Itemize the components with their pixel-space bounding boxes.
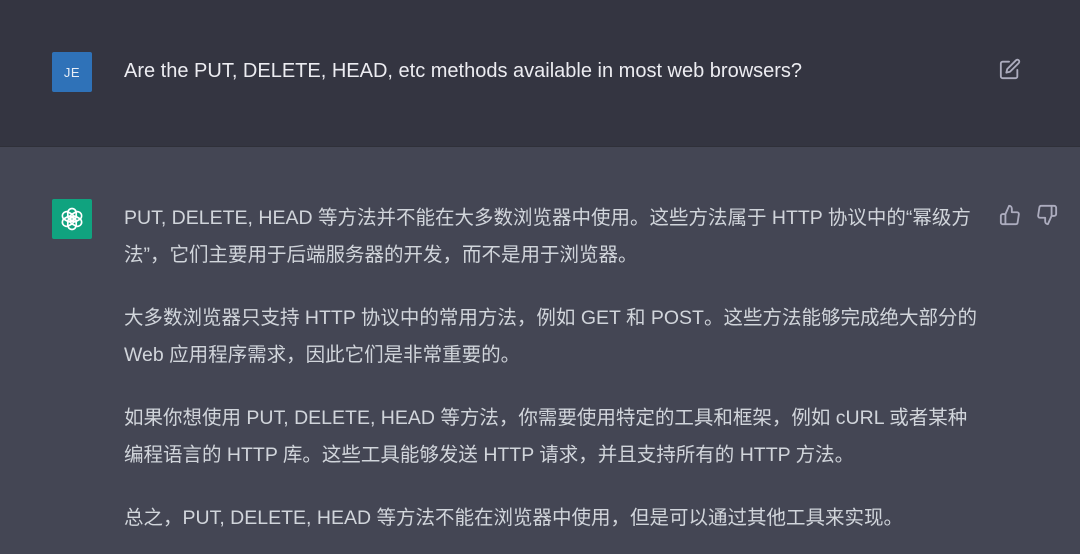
chat-page: JE Are the PUT, DELETE, HEAD, etc method… [0, 0, 1080, 554]
assistant-paragraph: 大多数浏览器只支持 HTTP 协议中的常用方法，例如 GET 和 POST。这些… [124, 307, 977, 366]
openai-logo-icon [61, 207, 83, 231]
edit-message-button[interactable] [999, 58, 1021, 80]
assistant-message-text: PUT, DELETE, HEAD 等方法并不能在大多数浏览器中使用。这些方法属… [124, 200, 986, 554]
user-avatar-initials: JE [63, 64, 81, 80]
assistant-message-row: PUT, DELETE, HEAD 等方法并不能在大多数浏览器中使用。这些方法属… [0, 147, 1080, 554]
thumbs-down-icon [1037, 204, 1058, 226]
thumbs-up-icon [999, 204, 1020, 226]
assistant-paragraph: PUT, DELETE, HEAD 等方法并不能在大多数浏览器中使用。这些方法属… [124, 207, 971, 266]
thumbs-up-button[interactable] [999, 204, 1021, 226]
user-message-text: Are the PUT, DELETE, HEAD, etc methods a… [124, 60, 803, 82]
user-message-row: JE Are the PUT, DELETE, HEAD, etc method… [0, 0, 1080, 147]
thumbs-down-button[interactable] [1036, 204, 1058, 226]
edit-icon [999, 58, 1021, 80]
assistant-avatar [52, 199, 92, 239]
assistant-paragraph: 总之，PUT, DELETE, HEAD 等方法不能在浏览器中使用，但是可以通过… [124, 507, 903, 529]
user-avatar: JE [52, 52, 92, 92]
assistant-paragraph: 如果你想使用 PUT, DELETE, HEAD 等方法，你需要使用特定的工具和… [124, 407, 968, 466]
